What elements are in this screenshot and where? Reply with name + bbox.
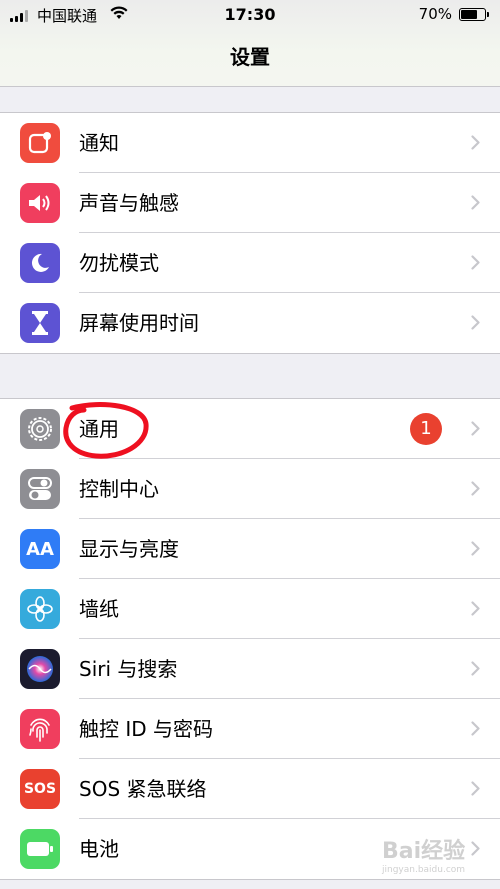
chevron-right-icon <box>471 195 480 210</box>
flower-icon <box>20 589 60 629</box>
settings-group-1: 通知声音与触感勿扰模式屏幕使用时间 <box>0 112 500 354</box>
chevron-right-icon <box>471 781 480 796</box>
settings-row-label: 声音与触感 <box>79 191 179 215</box>
navigation-bar: 中国联通 17:30 70% 设置 <box>0 0 500 87</box>
settings-row-gear[interactable]: 通用 1 <box>0 399 500 459</box>
settings-row-label: 墙纸 <box>79 597 119 621</box>
settings-row-fingerprint[interactable]: 触控 ID 与密码 <box>0 699 500 759</box>
settings-row-sos[interactable]: SOS SOS 紧急联络 <box>0 759 500 819</box>
settings-row-label: 通用 <box>79 417 119 441</box>
settings-row-label: 勿扰模式 <box>79 251 159 275</box>
chevron-right-icon <box>471 255 480 270</box>
fingerprint-icon <box>20 709 60 749</box>
settings-row-label: 通知 <box>79 131 119 155</box>
chevron-right-icon <box>471 135 480 150</box>
settings-row-hourglass[interactable]: 屏幕使用时间 <box>0 293 500 353</box>
settings-row-label: Siri 与搜索 <box>79 657 178 681</box>
status-bar: 中国联通 17:30 70% <box>0 0 500 30</box>
settings-row-label: 显示与亮度 <box>79 537 179 561</box>
text-size-icon: AA <box>20 529 60 569</box>
chevron-right-icon <box>471 601 480 616</box>
settings-row-sound[interactable]: 声音与触感 <box>0 173 500 233</box>
settings-row-label: 屏幕使用时间 <box>79 311 199 335</box>
settings-row-label: SOS 紧急联络 <box>79 777 207 801</box>
chevron-right-icon <box>471 721 480 736</box>
hourglass-icon <box>20 303 60 343</box>
gear-icon <box>20 409 60 449</box>
settings-row-notifications[interactable]: 通知 <box>0 113 500 173</box>
notifications-icon <box>20 123 60 163</box>
chevron-right-icon <box>471 481 480 496</box>
battery-percent: 70% <box>418 5 452 23</box>
settings-row-moon[interactable]: 勿扰模式 <box>0 233 500 293</box>
moon-icon <box>20 243 60 283</box>
settings-row-label: 控制中心 <box>79 477 159 501</box>
settings-row-label: 电池 <box>79 837 119 861</box>
chevron-right-icon <box>471 541 480 556</box>
battery-icon <box>459 8 489 21</box>
watermark: Bai经验 jingyan.baidu.com <box>382 839 466 875</box>
sos-icon: SOS <box>20 769 60 809</box>
toggles-icon <box>20 469 60 509</box>
page-title: 设置 <box>230 45 270 69</box>
sound-icon <box>20 183 60 223</box>
chevron-right-icon <box>471 315 480 330</box>
chevron-right-icon <box>471 661 480 676</box>
siri-icon <box>20 649 60 689</box>
notification-badge: 1 <box>410 413 442 445</box>
settings-row-flower[interactable]: 墙纸 <box>0 579 500 639</box>
settings-row-label: 触控 ID 与密码 <box>79 717 214 741</box>
settings-row-toggles[interactable]: 控制中心 <box>0 459 500 519</box>
settings-row-siri[interactable]: Siri 与搜索 <box>0 639 500 699</box>
settings-group-2: 通用 1 控制中心 AA 显示与亮度墙纸 Siri 与搜索触控 ID 与密码 SOS SOS … <box>0 398 500 880</box>
chevron-right-icon <box>471 421 480 436</box>
battery-icon <box>20 829 60 869</box>
settings-row-text-size[interactable]: AA 显示与亮度 <box>0 519 500 579</box>
